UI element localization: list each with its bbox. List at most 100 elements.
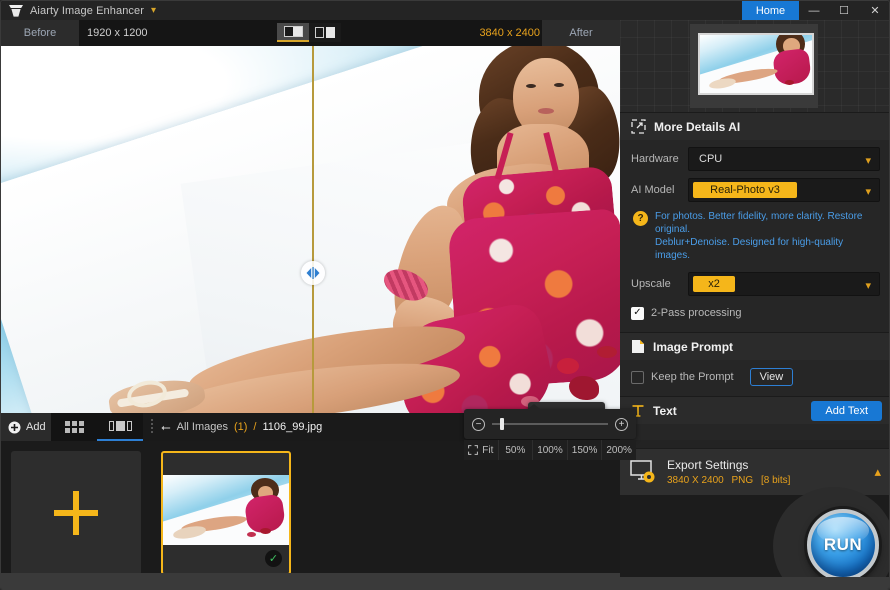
ai-model-value: Real-Photo v3 [693, 182, 797, 198]
grid-view-icon[interactable] [51, 413, 97, 441]
current-file-name: 1106_99.jpg [262, 421, 323, 433]
chevron-down-icon[interactable]: ▾ [151, 5, 156, 16]
check-icon: ✓ [265, 550, 282, 567]
before-tab[interactable]: Before [1, 20, 79, 46]
run-button[interactable]: RUN [807, 509, 879, 581]
image-count: (1) [233, 421, 248, 433]
upscale-value: x2 [693, 276, 735, 292]
chevron-up-icon[interactable]: ▴ [874, 464, 881, 480]
zoom-preset-150[interactable]: 150% [567, 440, 603, 460]
zoom-preset-100[interactable]: 100% [533, 440, 568, 460]
plus-icon [54, 491, 98, 535]
view-button[interactable]: View [749, 368, 794, 386]
section-image-prompt: Image Prompt [620, 332, 889, 360]
toolbar-divider [151, 419, 153, 435]
filmstrip: ✓ [1, 441, 620, 589]
question-mark-icon[interactable]: ? [633, 211, 648, 226]
two-pass-row[interactable]: ✓ 2-Pass processing [631, 303, 880, 323]
split-view-icon[interactable] [277, 23, 309, 42]
fit-screen-icon [468, 445, 479, 455]
ai-model-row: AI Model Real-Photo v3 ▾ [631, 178, 880, 202]
hardware-row: Hardware CPU ▾ [631, 147, 880, 171]
application-window: Aiarty Image Enhancer ▾ Home — ☐ ✕ Befor… [0, 0, 890, 590]
add-image-cell[interactable] [11, 451, 141, 575]
plus-circle-icon[interactable]: + [615, 417, 628, 431]
side-by-side-view-icon[interactable] [309, 23, 341, 42]
text-body [620, 424, 889, 440]
zoom-preset-fit-label: Fit [482, 444, 494, 456]
export-text-block: Export Settings 3840 X 2400 PNG [8 bits] [667, 458, 790, 486]
breadcrumb-separator: / [253, 421, 257, 433]
after-dimensions: 3840 x 2400 [479, 27, 540, 39]
zoom-slider-track[interactable] [492, 418, 608, 430]
more-details-ai-icon [631, 119, 646, 134]
upscale-row: Upscale x2 ▾ [631, 272, 880, 296]
right-panel: More Details AI Hardware CPU ▾ AI Model … [620, 20, 889, 589]
after-tab[interactable]: After [542, 20, 620, 46]
zoom-preset-row: Fit 50% 100% 150% 200% [464, 440, 636, 460]
navigator-preview[interactable] [620, 20, 889, 112]
arrow-left-icon[interactable]: ⭠ [161, 420, 171, 435]
add-text-button[interactable]: Add Text [811, 400, 882, 421]
chevron-down-icon[interactable]: ▾ [865, 179, 871, 203]
upscale-label: Upscale [631, 278, 671, 290]
run-area: RUN [620, 487, 889, 589]
before-after-divider[interactable] [312, 46, 314, 413]
upscale-select[interactable]: x2 ▾ [688, 272, 880, 296]
image-canvas[interactable]: Refresh 25% ▾ [1, 46, 620, 413]
zoom-preset-fit[interactable]: Fit [464, 440, 499, 460]
photo-subject [1, 46, 620, 413]
export-format: PNG [731, 475, 754, 486]
export-title: Export Settings [667, 458, 749, 472]
breadcrumb: ⭠ All Images (1) / 1106_99.jpg [161, 420, 322, 435]
preview-photo [1, 46, 620, 413]
list-item[interactable]: ✓ [161, 451, 291, 575]
maximize-icon[interactable]: ☐ [829, 1, 859, 20]
close-icon[interactable]: ✕ [859, 1, 889, 20]
export-details: 3840 X 2400 PNG [8 bits] [667, 475, 790, 486]
zoom-slider-panel: − + [464, 404, 636, 439]
zoom-preset-50[interactable]: 50% [498, 440, 534, 460]
minimize-icon[interactable]: — [799, 1, 829, 20]
hint-line-1: For photos. Better fidelity, more clarit… [655, 211, 863, 235]
ai-model-label: AI Model [631, 184, 675, 196]
chevron-down-icon[interactable]: ▾ [865, 273, 871, 297]
section-title: Image Prompt [653, 339, 734, 354]
keep-prompt-label: Keep the Prompt [651, 371, 734, 383]
document-icon [632, 340, 644, 353]
home-button[interactable]: Home [742, 1, 799, 20]
keep-prompt-checkbox[interactable] [631, 370, 644, 384]
add-button[interactable]: Add [1, 413, 51, 441]
run-label: RUN [823, 535, 863, 554]
hardware-label: Hardware [631, 153, 679, 165]
chevron-down-icon[interactable]: ▾ [865, 148, 871, 172]
zoom-slider-thumb[interactable] [500, 418, 504, 430]
app-title: Aiarty Image Enhancer [30, 4, 144, 17]
hardware-select[interactable]: CPU ▾ [688, 147, 880, 171]
filmstrip-view-icon[interactable] [97, 413, 143, 441]
thumbnail-image [163, 475, 289, 545]
before-dimensions: 1920 x 1200 [87, 27, 148, 39]
compare-bar: Before 1920 x 1200 3840 x 2400 After [1, 20, 620, 46]
section-text: Text Add Text [620, 396, 889, 424]
two-pass-checkbox[interactable]: ✓ [631, 306, 644, 320]
add-label: Add [26, 421, 46, 433]
more-details-body: Hardware CPU ▾ AI Model Real-Photo v3 ▾ … [620, 140, 889, 332]
all-images-label[interactable]: All Images [177, 421, 228, 433]
section-title: Text [653, 403, 677, 418]
zoom-preset-200[interactable]: 200% [602, 440, 636, 460]
two-pass-label: 2-Pass processing [651, 307, 742, 319]
compare-slider-handle-icon[interactable] [301, 261, 325, 285]
hint-line-2: Deblur+Denoise. Designed for high-qualit… [655, 237, 844, 261]
image-prompt-body: Keep the Prompt View [620, 360, 889, 396]
ai-model-select[interactable]: Real-Photo v3 ▾ [688, 178, 880, 202]
title-bar: Aiarty Image Enhancer ▾ Home — ☐ ✕ [1, 1, 889, 20]
section-title: More Details AI [654, 119, 741, 134]
hardware-value: CPU [699, 153, 723, 165]
view-mode-toggles [277, 23, 341, 42]
section-more-details-ai: More Details AI [620, 112, 889, 140]
keep-prompt-row[interactable]: Keep the Prompt View [631, 367, 880, 387]
minus-circle-icon[interactable]: − [472, 417, 485, 431]
window-controls: Home — ☐ ✕ [742, 1, 889, 20]
window-base [1, 577, 889, 589]
